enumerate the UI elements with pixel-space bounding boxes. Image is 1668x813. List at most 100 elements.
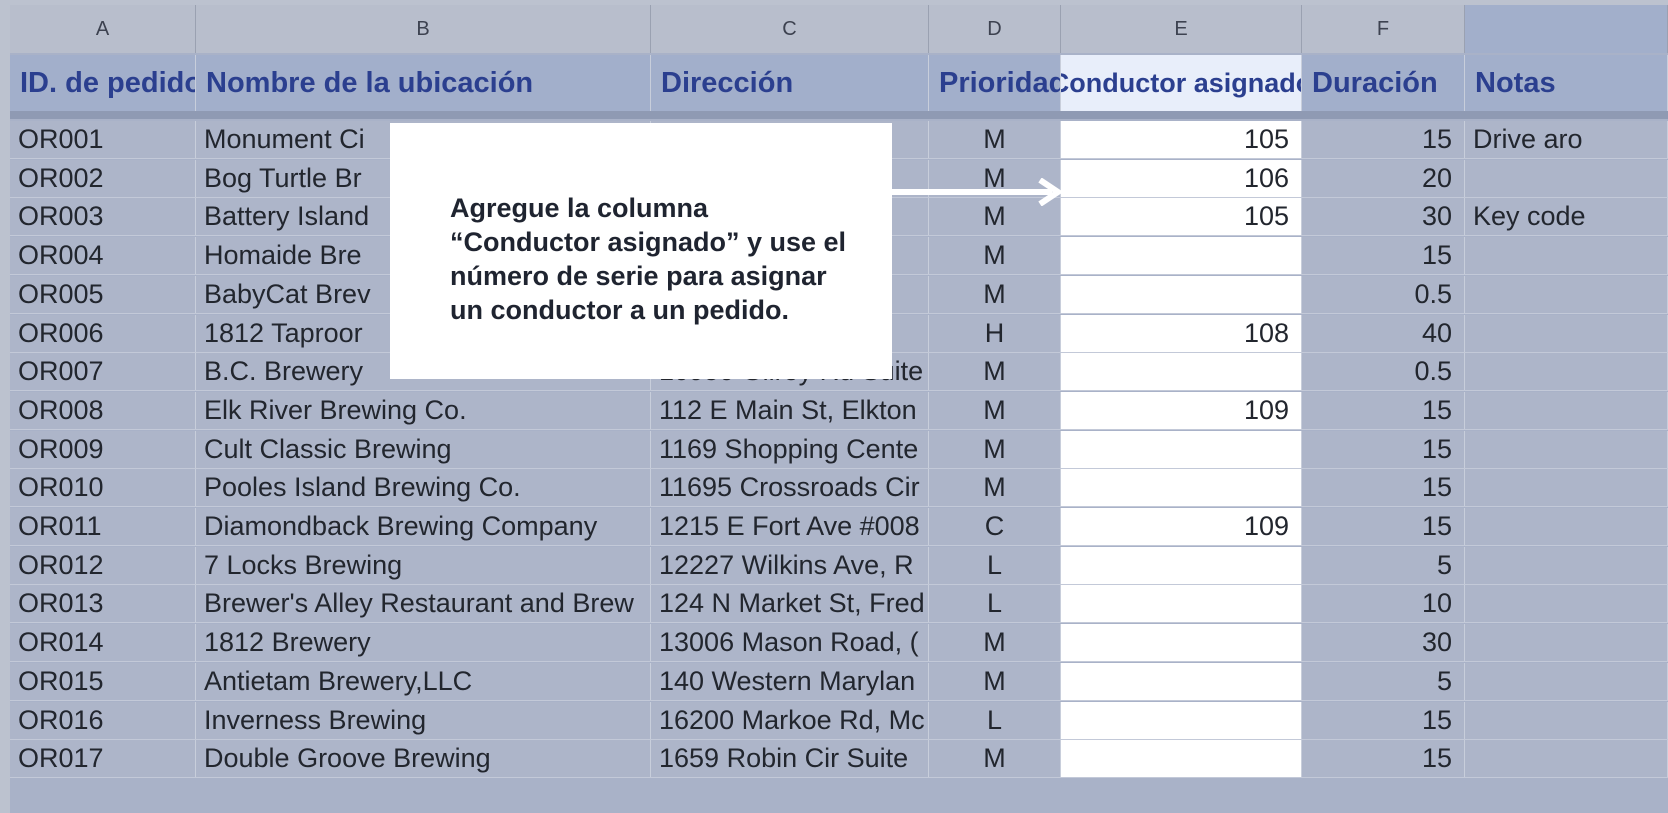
notes-cell[interactable]: [1465, 662, 1668, 700]
notes-cell[interactable]: [1465, 469, 1668, 507]
table-row[interactable]: OR014 1812 Brewery 13006 Mason Road, (M 30: [10, 624, 1668, 663]
header-notes[interactable]: Notas: [1465, 55, 1668, 111]
notes-cell[interactable]: [1465, 740, 1668, 778]
priority-cell[interactable]: L: [929, 701, 1061, 739]
duration-cell[interactable]: 5: [1302, 546, 1465, 584]
duration-cell[interactable]: 15: [1302, 430, 1465, 468]
notes-cell[interactable]: [1465, 624, 1668, 662]
order-id-cell[interactable]: OR002: [10, 159, 196, 197]
priority-cell[interactable]: M: [929, 740, 1061, 778]
assigned-driver-cell[interactable]: [1061, 624, 1302, 662]
assigned-driver-cell[interactable]: 105: [1061, 121, 1302, 158]
column-letter-e[interactable]: E: [1061, 5, 1302, 53]
table-row[interactable]: OR011 Diamondback Brewing Company 1215 E F…: [10, 508, 1668, 546]
notes-cell[interactable]: [1465, 237, 1668, 275]
duration-cell[interactable]: 15: [1302, 469, 1465, 507]
order-id-cell[interactable]: OR010: [10, 469, 196, 507]
assigned-driver-cell[interactable]: [1061, 662, 1302, 700]
priority-cell[interactable]: M: [929, 353, 1061, 391]
duration-cell[interactable]: 15: [1302, 740, 1465, 778]
duration-cell[interactable]: 0.5: [1302, 275, 1465, 313]
notes-cell[interactable]: [1465, 508, 1668, 545]
location-name-cell[interactable]: Elk River Brewing Co.: [196, 391, 651, 429]
order-id-cell[interactable]: OR005: [10, 275, 196, 313]
assigned-driver-cell[interactable]: [1061, 275, 1302, 313]
assigned-driver-cell[interactable]: [1061, 740, 1302, 778]
assigned-driver-cell[interactable]: 109: [1061, 508, 1302, 545]
order-id-cell[interactable]: OR009: [10, 430, 196, 468]
duration-cell[interactable]: 10: [1302, 585, 1465, 623]
order-id-cell[interactable]: OR012: [10, 546, 196, 584]
priority-cell[interactable]: H: [929, 314, 1061, 352]
address-cell[interactable]: 140 Western Marylan: [651, 662, 929, 700]
address-cell[interactable]: 13006 Mason Road, (: [651, 624, 929, 662]
assigned-driver-cell[interactable]: 106: [1061, 159, 1302, 197]
notes-cell[interactable]: Drive aro: [1465, 121, 1668, 158]
column-letter-a[interactable]: A: [10, 5, 196, 53]
duration-cell[interactable]: 15: [1302, 508, 1465, 545]
assigned-driver-cell[interactable]: [1061, 237, 1302, 275]
duration-cell[interactable]: 40: [1302, 314, 1465, 352]
notes-cell[interactable]: Key code: [1465, 198, 1668, 236]
duration-cell[interactable]: 0.5: [1302, 353, 1465, 391]
table-row[interactable]: OR012 7 Locks Brewing 12227 Wilkins Ave, R…: [10, 546, 1668, 585]
duration-cell[interactable]: 30: [1302, 198, 1465, 236]
notes-cell[interactable]: [1465, 546, 1668, 584]
assigned-driver-cell[interactable]: [1061, 546, 1302, 584]
header-address[interactable]: Dirección: [651, 55, 929, 111]
address-cell[interactable]: 16200 Markoe Rd, Mc: [651, 701, 929, 739]
table-row[interactable]: OR009 Cult Classic Brewing 1169 Shopping C…: [10, 430, 1668, 469]
location-name-cell[interactable]: 1812 Brewery: [196, 624, 651, 662]
order-id-cell[interactable]: OR016: [10, 701, 196, 739]
assigned-driver-cell[interactable]: 105: [1061, 198, 1302, 236]
column-letter-d[interactable]: D: [929, 5, 1061, 53]
order-id-cell[interactable]: OR013: [10, 585, 196, 623]
column-letter-c[interactable]: C: [651, 5, 929, 53]
duration-cell[interactable]: 30: [1302, 624, 1465, 662]
column-letter-f[interactable]: F: [1302, 5, 1465, 53]
header-priority[interactable]: Prioridad: [929, 55, 1061, 111]
priority-cell[interactable]: M: [929, 121, 1061, 158]
address-cell[interactable]: 112 E Main St, Elkton: [651, 391, 929, 429]
order-id-cell[interactable]: OR003: [10, 198, 196, 236]
priority-cell[interactable]: M: [929, 624, 1061, 662]
priority-cell[interactable]: M: [929, 275, 1061, 313]
notes-cell[interactable]: [1465, 275, 1668, 313]
table-row[interactable]: OR008 Elk River Brewing Co. 112 E Main St,…: [10, 391, 1668, 430]
header-assigned-driver[interactable]: Conductor asignado: [1061, 55, 1302, 111]
duration-cell[interactable]: 15: [1302, 121, 1465, 158]
order-id-cell[interactable]: OR011: [10, 508, 196, 545]
priority-cell[interactable]: L: [929, 546, 1061, 584]
assigned-driver-cell[interactable]: 109: [1061, 391, 1302, 429]
notes-cell[interactable]: [1465, 430, 1668, 468]
assigned-driver-cell[interactable]: [1061, 585, 1302, 623]
assigned-driver-cell[interactable]: [1061, 701, 1302, 739]
address-cell[interactable]: 124 N Market St, Fred: [651, 585, 929, 623]
priority-cell[interactable]: M: [929, 469, 1061, 507]
duration-cell[interactable]: 15: [1302, 701, 1465, 739]
table-row[interactable]: OR016 Inverness Brewing 16200 Markoe Rd, M…: [10, 701, 1668, 740]
header-location-name[interactable]: Nombre de la ubicación: [196, 55, 651, 111]
address-cell[interactable]: 11695 Crossroads Cir: [651, 469, 929, 507]
priority-cell[interactable]: L: [929, 585, 1061, 623]
address-cell[interactable]: 1659 Robin Cir Suite: [651, 740, 929, 778]
location-name-cell[interactable]: Antietam Brewery,LLC: [196, 662, 651, 700]
duration-cell[interactable]: 20: [1302, 159, 1465, 197]
header-duration[interactable]: Duración: [1302, 55, 1465, 111]
duration-cell[interactable]: 15: [1302, 237, 1465, 275]
assigned-driver-cell[interactable]: [1061, 469, 1302, 507]
table-row[interactable]: OR015 Antietam Brewery,LLC 140 Western Mar…: [10, 662, 1668, 701]
priority-cell[interactable]: M: [929, 662, 1061, 700]
order-id-cell[interactable]: OR004: [10, 237, 196, 275]
priority-cell[interactable]: M: [929, 237, 1061, 275]
notes-cell[interactable]: [1465, 701, 1668, 739]
location-name-cell[interactable]: Cult Classic Brewing: [196, 430, 651, 468]
priority-cell[interactable]: C: [929, 508, 1061, 545]
order-id-cell[interactable]: OR006: [10, 314, 196, 352]
location-name-cell[interactable]: Diamondback Brewing Company: [196, 508, 651, 545]
order-id-cell[interactable]: OR017: [10, 740, 196, 778]
duration-cell[interactable]: 5: [1302, 662, 1465, 700]
address-cell[interactable]: 1215 E Fort Ave #008: [651, 508, 929, 545]
order-id-cell[interactable]: OR008: [10, 391, 196, 429]
header-order-id[interactable]: ID. de pedido: [10, 55, 196, 111]
